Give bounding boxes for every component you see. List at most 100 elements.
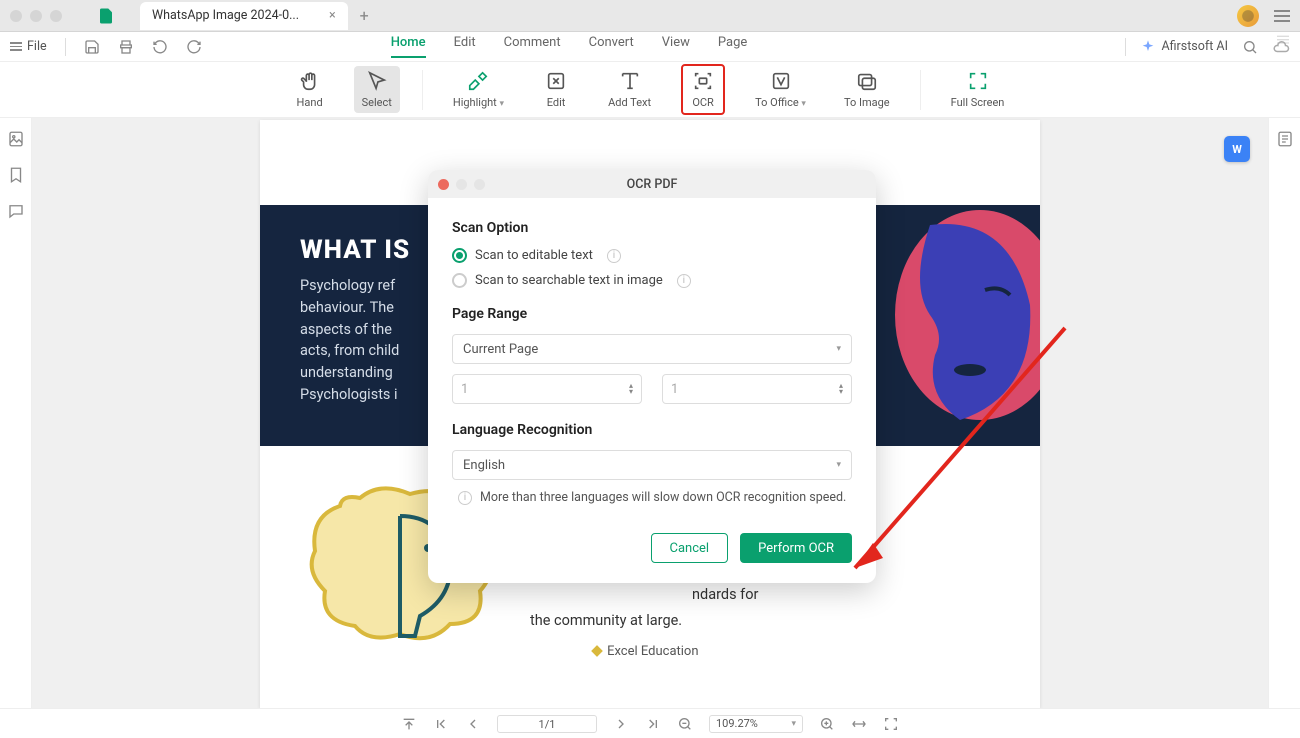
- tab-convert[interactable]: Convert: [589, 35, 634, 58]
- menubar: File Home Edit Comment Convert View Page…: [0, 32, 1300, 62]
- tab-close-icon[interactable]: ×: [329, 8, 336, 23]
- page-from-input[interactable]: 1 ▴▾: [452, 374, 642, 404]
- zoom-level-select[interactable]: 109.27% ▾: [709, 715, 803, 733]
- ocr-tool[interactable]: OCR: [681, 64, 725, 115]
- highlight-tool[interactable]: Highlight ▾: [445, 66, 512, 113]
- page-to-input[interactable]: 1 ▴▾: [662, 374, 852, 404]
- language-note: i More than three languages will slow do…: [452, 490, 852, 505]
- zoom-in-icon[interactable]: [819, 716, 835, 732]
- user-avatar[interactable]: [1237, 5, 1259, 27]
- tab-home[interactable]: Home: [391, 35, 426, 58]
- save-icon[interactable]: [84, 39, 100, 55]
- app-logo-icon: [97, 7, 115, 25]
- chevron-down-icon: ▾: [791, 719, 796, 729]
- highlighter-icon: [467, 70, 489, 92]
- select-value: Current Page: [463, 342, 538, 357]
- info-icon[interactable]: i: [607, 249, 621, 263]
- scroll-top-icon[interactable]: [401, 716, 417, 732]
- tab-comment[interactable]: Comment: [504, 35, 561, 58]
- tool-label: Hand: [297, 96, 323, 109]
- document-body-text-3: the community at large.: [530, 610, 758, 632]
- select-tool[interactable]: Select: [354, 66, 400, 113]
- tool-label: To Office ▾: [755, 96, 806, 109]
- expand-icon[interactable]: [1275, 34, 1291, 44]
- tool-label: Select: [362, 96, 392, 109]
- next-page-icon[interactable]: [613, 716, 629, 732]
- perform-ocr-button[interactable]: Perform OCR: [740, 533, 852, 563]
- fullscreen-tool[interactable]: Full Screen: [943, 66, 1013, 113]
- info-icon: i: [458, 491, 472, 505]
- menubar-tabs: Home Edit Comment Convert View Page: [391, 35, 748, 58]
- ocr-icon: [692, 70, 714, 92]
- page-range-select[interactable]: Current Page ▾: [452, 334, 852, 364]
- close-window-icon[interactable]: [10, 10, 22, 22]
- comments-icon[interactable]: [7, 202, 25, 220]
- minimize-window-icon[interactable]: [30, 10, 42, 22]
- tool-label: To Image: [844, 96, 890, 109]
- undo-icon[interactable]: [152, 39, 168, 55]
- right-sidebar: [1268, 118, 1300, 708]
- page-range-heading: Page Range: [452, 306, 852, 322]
- sparkle-icon: [1140, 39, 1156, 55]
- diamond-icon: [590, 644, 604, 658]
- note-text: More than three languages will slow down…: [480, 490, 846, 505]
- fullscreen-icon: [967, 70, 989, 92]
- tab-page[interactable]: Page: [718, 35, 747, 58]
- separator: [1125, 38, 1126, 56]
- file-label: File: [27, 39, 47, 54]
- cursor-icon: [366, 70, 388, 92]
- prev-page-icon[interactable]: [465, 716, 481, 732]
- tool-label: OCR: [692, 96, 714, 109]
- tab-title: WhatsApp Image 2024-0...: [152, 8, 299, 23]
- search-icon[interactable]: [1242, 39, 1258, 55]
- hand-tool[interactable]: Hand: [288, 66, 332, 113]
- tool-label: Highlight ▾: [453, 96, 504, 109]
- radio-unchecked-icon: [452, 273, 467, 288]
- bottombar: 1/1 109.27% ▾: [0, 708, 1300, 738]
- print-icon[interactable]: [118, 39, 134, 55]
- spinner-arrows-icon[interactable]: ▴▾: [629, 383, 633, 395]
- last-page-icon[interactable]: [645, 716, 661, 732]
- add-text-tool[interactable]: Add Text: [600, 66, 659, 113]
- word-export-badge[interactable]: W: [1224, 136, 1250, 162]
- select-value: English: [463, 458, 505, 473]
- edit-tool[interactable]: Edit: [534, 66, 578, 113]
- to-image-tool[interactable]: To Image: [836, 66, 898, 113]
- zoom-value: 109.27%: [716, 717, 758, 730]
- cancel-button[interactable]: Cancel: [651, 533, 729, 563]
- zoom-out-icon[interactable]: [677, 716, 693, 732]
- chevron-down-icon: ▾: [836, 344, 841, 354]
- office-icon: [770, 70, 792, 92]
- fit-width-icon[interactable]: [851, 716, 867, 732]
- main-menu-icon[interactable]: [1274, 10, 1290, 22]
- page-number-input[interactable]: 1/1: [497, 715, 597, 733]
- spinner-arrows-icon[interactable]: ▴▾: [839, 383, 843, 395]
- thumbnails-icon[interactable]: [7, 130, 25, 148]
- tool-label: Add Text: [608, 96, 651, 109]
- separator: [65, 38, 66, 56]
- bookmarks-icon[interactable]: [7, 166, 25, 184]
- redo-icon[interactable]: [186, 39, 202, 55]
- tab-view[interactable]: View: [662, 35, 690, 58]
- edit-icon: [545, 70, 567, 92]
- maximize-window-icon[interactable]: [50, 10, 62, 22]
- properties-icon[interactable]: [1276, 130, 1294, 148]
- scan-editable-radio[interactable]: Scan to editable text i: [452, 248, 852, 263]
- tool-label: Full Screen: [951, 96, 1005, 109]
- document-tab[interactable]: WhatsApp Image 2024-0... ×: [140, 2, 348, 30]
- scan-searchable-radio[interactable]: Scan to searchable text in image i: [452, 273, 852, 288]
- new-tab-button[interactable]: +: [360, 6, 369, 25]
- language-heading: Language Recognition: [452, 422, 852, 438]
- file-menu[interactable]: File: [10, 39, 47, 54]
- ai-button[interactable]: Afirstsoft AI: [1140, 39, 1228, 55]
- to-office-tool[interactable]: To Office ▾: [747, 66, 814, 113]
- fit-page-icon[interactable]: [883, 716, 899, 732]
- dialog-header: OCR PDF: [428, 170, 876, 198]
- info-icon[interactable]: i: [677, 274, 691, 288]
- dialog-title: OCR PDF: [428, 177, 876, 192]
- window-controls: [10, 10, 62, 22]
- language-select[interactable]: English ▾: [452, 450, 852, 480]
- first-page-icon[interactable]: [433, 716, 449, 732]
- separator: [920, 70, 921, 110]
- tab-edit[interactable]: Edit: [454, 35, 476, 58]
